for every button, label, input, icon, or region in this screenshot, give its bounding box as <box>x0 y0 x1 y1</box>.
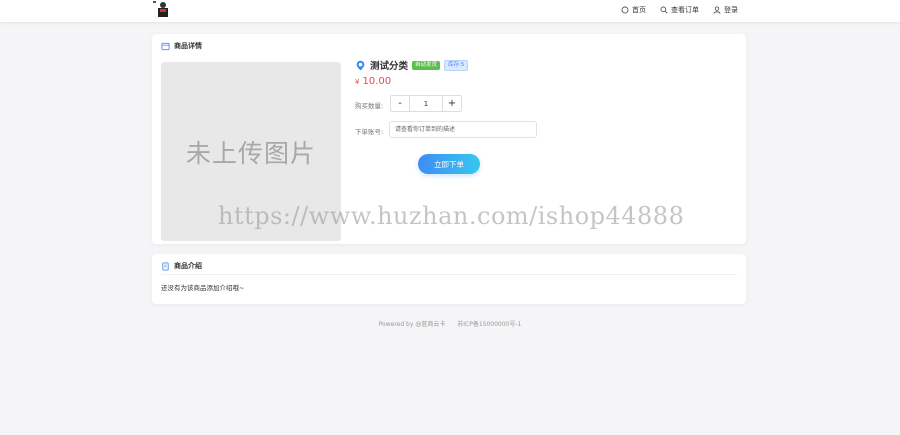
auto-delivery-badge: 自动发货 <box>412 60 441 70</box>
price-value: 10.00 <box>362 76 392 87</box>
footer-icp[interactable]: 苏ICP备15000000号-1 <box>457 321 521 328</box>
detail-title-text: 商品详情 <box>174 42 202 50</box>
intro-section-title: 商品介绍 <box>161 261 202 271</box>
image-placeholder-text: 未上传图片 <box>185 138 316 168</box>
goods-name-row: 测试分类 自动发货 库存:5 <box>355 58 469 72</box>
product-image-placeholder: 未上传图片 <box>161 62 341 241</box>
quantity-stepper: - 1 + <box>390 95 462 112</box>
buy-now-button[interactable]: 立即下单 <box>418 154 480 174</box>
home-icon <box>621 6 629 14</box>
quantity-decrease-button[interactable]: - <box>391 96 410 111</box>
search-icon <box>660 6 668 14</box>
goods-name: 测试分类 <box>370 61 409 72</box>
intro-divider <box>161 274 737 275</box>
intro-text: 还没有为该商品添加介绍哦~ <box>161 284 245 292</box>
page-footer: Powered by @蓝商云卡 苏ICP备15000000号-1 <box>0 319 900 328</box>
footer-powered-by[interactable]: Powered by @蓝商云卡 <box>379 321 446 328</box>
product-detail-card: 商品详情 未上传图片 测试分类 自动发货 库存:5 ¥10.00 购买数量: -… <box>152 34 746 244</box>
detail-section-title: 商品详情 <box>161 41 202 51</box>
order-account-input[interactable] <box>389 121 537 138</box>
nav-view-orders[interactable]: 查看订单 <box>660 4 699 16</box>
price-currency: ¥ <box>355 78 360 86</box>
nav-home[interactable]: 首页 <box>621 4 646 16</box>
quantity-label: 购买数量: <box>355 102 384 110</box>
order-account-label: 下单账号: <box>355 128 384 136</box>
top-navbar: 首页 查看订单 登录 <box>0 0 900 22</box>
site-logo[interactable] <box>151 0 175 20</box>
document-icon <box>162 261 169 271</box>
goods-brand-icon <box>356 60 365 71</box>
nav-home-label: 首页 <box>632 6 646 14</box>
quantity-increase-button[interactable]: + <box>442 96 461 111</box>
user-icon <box>713 6 721 14</box>
nav-login[interactable]: 登录 <box>713 4 738 16</box>
intro-title-text: 商品介绍 <box>174 262 202 270</box>
goods-price: ¥10.00 <box>355 76 391 87</box>
nav-orders-label: 查看订单 <box>671 6 699 14</box>
quantity-value[interactable]: 1 <box>410 96 442 111</box>
stock-badge: 库存:5 <box>444 59 469 71</box>
nav-login-label: 登录 <box>724 6 738 14</box>
logo-image-icon <box>151 0 175 20</box>
product-intro-card: 商品介绍 还没有为该商品添加介绍哦~ <box>152 254 746 304</box>
detail-section-icon <box>161 42 170 50</box>
